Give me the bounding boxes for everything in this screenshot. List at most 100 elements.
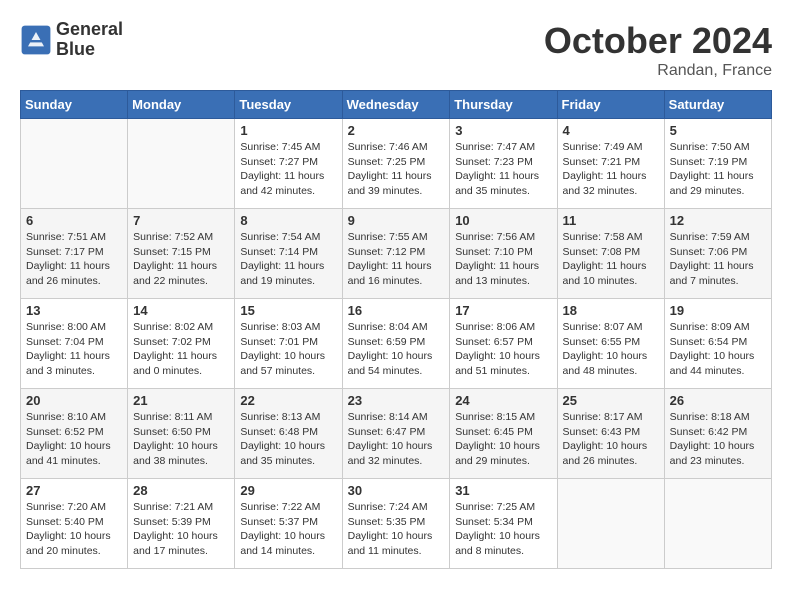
day-info: Sunrise: 8:10 AM Sunset: 6:52 PM Dayligh… xyxy=(26,410,122,469)
day-info: Sunrise: 7:50 AM Sunset: 7:19 PM Dayligh… xyxy=(670,140,766,199)
day-info: Sunrise: 7:21 AM Sunset: 5:39 PM Dayligh… xyxy=(133,500,229,559)
day-info: Sunrise: 8:14 AM Sunset: 6:47 PM Dayligh… xyxy=(348,410,445,469)
weekday-header: Sunday xyxy=(21,91,128,119)
calendar-table: SundayMondayTuesdayWednesdayThursdayFrid… xyxy=(20,90,772,569)
table-row: 8Sunrise: 7:54 AM Sunset: 7:14 PM Daylig… xyxy=(235,209,342,299)
day-info: Sunrise: 8:04 AM Sunset: 6:59 PM Dayligh… xyxy=(348,320,445,379)
day-info: Sunrise: 8:15 AM Sunset: 6:45 PM Dayligh… xyxy=(455,410,551,469)
table-row xyxy=(128,119,235,209)
weekday-header: Saturday xyxy=(664,91,771,119)
day-info: Sunrise: 8:06 AM Sunset: 6:57 PM Dayligh… xyxy=(455,320,551,379)
table-row: 4 Sunrise: 7:49 AM Sunset: 7:21 PM Daylig… xyxy=(557,119,664,209)
day-number: 1 xyxy=(240,123,336,138)
table-row: 19 Sunrise: 8:09 AM Sunset: 6:54 PM Dayli… xyxy=(664,299,771,389)
day-info: Sunrise: 7:25 AM Sunset: 5:34 PM Dayligh… xyxy=(455,500,551,559)
calendar-week-row: 1 Sunrise: 7:45 AM Sunset: 7:27 PM Daylig… xyxy=(21,119,772,209)
day-info: Sunrise: 7:59 AM Sunset: 7:06 PM Dayligh… xyxy=(670,230,766,289)
day-info: Sunrise: 8:02 AM Sunset: 7:02 PM Dayligh… xyxy=(133,320,229,379)
table-row: 16 Sunrise: 8:04 AM Sunset: 6:59 PM Dayli… xyxy=(342,299,450,389)
day-number: 28 xyxy=(133,483,229,498)
table-row: 24 Sunrise: 8:15 AM Sunset: 6:45 PM Dayli… xyxy=(450,389,557,479)
day-info: Sunrise: 8:11 AM Sunset: 6:50 PM Dayligh… xyxy=(133,410,229,469)
day-number: 15 xyxy=(240,303,336,318)
day-info: Sunrise: 7:46 AM Sunset: 7:25 PM Dayligh… xyxy=(348,140,445,199)
calendar-week-row: 6 Sunrise: 7:51 AM Sunset: 7:17 PM Daylig… xyxy=(21,209,772,299)
logo: General Blue xyxy=(20,20,123,60)
day-info: Sunrise: 7:54 AM Sunset: 7:14 PM Dayligh… xyxy=(240,230,336,289)
table-row: 5 Sunrise: 7:50 AM Sunset: 7:19 PM Daylig… xyxy=(664,119,771,209)
table-row: 20Sunrise: 8:10 AM Sunset: 6:52 PM Dayli… xyxy=(21,389,128,479)
weekday-header: Tuesday xyxy=(235,91,342,119)
table-row: 31 Sunrise: 7:25 AM Sunset: 5:34 PM Dayli… xyxy=(450,479,557,569)
day-number: 23 xyxy=(348,393,445,408)
logo-text: General Blue xyxy=(56,20,123,60)
table-row: 1 Sunrise: 7:45 AM Sunset: 7:27 PM Daylig… xyxy=(235,119,342,209)
weekday-header: Friday xyxy=(557,91,664,119)
day-number: 7 xyxy=(133,213,229,228)
month-title: October 2024 xyxy=(544,20,772,62)
day-info: Sunrise: 7:47 AM Sunset: 7:23 PM Dayligh… xyxy=(455,140,551,199)
day-number: 24 xyxy=(455,393,551,408)
day-number: 6 xyxy=(26,213,122,228)
weekday-header: Monday xyxy=(128,91,235,119)
table-row: 7 Sunrise: 7:52 AM Sunset: 7:15 PM Daylig… xyxy=(128,209,235,299)
day-info: Sunrise: 7:55 AM Sunset: 7:12 PM Dayligh… xyxy=(348,230,445,289)
day-info: Sunrise: 7:51 AM Sunset: 7:17 PM Dayligh… xyxy=(26,230,122,289)
weekday-row: SundayMondayTuesdayWednesdayThursdayFrid… xyxy=(21,91,772,119)
calendar-body: 1 Sunrise: 7:45 AM Sunset: 7:27 PM Daylig… xyxy=(21,119,772,569)
table-row: 6 Sunrise: 7:51 AM Sunset: 7:17 PM Daylig… xyxy=(21,209,128,299)
table-row: 13Sunrise: 8:00 AM Sunset: 7:04 PM Dayli… xyxy=(21,299,128,389)
logo-icon xyxy=(20,24,52,56)
table-row: 17Sunrise: 8:06 AM Sunset: 6:57 PM Dayli… xyxy=(450,299,557,389)
day-number: 26 xyxy=(670,393,766,408)
day-number: 3 xyxy=(455,123,551,138)
day-number: 27 xyxy=(26,483,122,498)
table-row: 30Sunrise: 7:24 AM Sunset: 5:35 PM Dayli… xyxy=(342,479,450,569)
day-info: Sunrise: 8:13 AM Sunset: 6:48 PM Dayligh… xyxy=(240,410,336,469)
table-row: 10 Sunrise: 7:56 AM Sunset: 7:10 PM Dayli… xyxy=(450,209,557,299)
table-row: 25Sunrise: 8:17 AM Sunset: 6:43 PM Dayli… xyxy=(557,389,664,479)
day-number: 14 xyxy=(133,303,229,318)
day-info: Sunrise: 8:09 AM Sunset: 6:54 PM Dayligh… xyxy=(670,320,766,379)
day-info: Sunrise: 7:52 AM Sunset: 7:15 PM Dayligh… xyxy=(133,230,229,289)
day-info: Sunrise: 7:45 AM Sunset: 7:27 PM Dayligh… xyxy=(240,140,336,199)
day-number: 5 xyxy=(670,123,766,138)
table-row xyxy=(557,479,664,569)
table-row: 9 Sunrise: 7:55 AM Sunset: 7:12 PM Daylig… xyxy=(342,209,450,299)
logo-line2: Blue xyxy=(56,40,123,60)
day-info: Sunrise: 7:20 AM Sunset: 5:40 PM Dayligh… xyxy=(26,500,122,559)
table-row: 18Sunrise: 8:07 AM Sunset: 6:55 PM Dayli… xyxy=(557,299,664,389)
calendar-header: SundayMondayTuesdayWednesdayThursdayFrid… xyxy=(21,91,772,119)
day-number: 25 xyxy=(563,393,659,408)
table-row: 21 Sunrise: 8:11 AM Sunset: 6:50 PM Dayli… xyxy=(128,389,235,479)
day-info: Sunrise: 7:49 AM Sunset: 7:21 PM Dayligh… xyxy=(563,140,659,199)
day-number: 22 xyxy=(240,393,336,408)
calendar-week-row: 27 Sunrise: 7:20 AM Sunset: 5:40 PM Dayli… xyxy=(21,479,772,569)
page-header: General Blue October 2024 Randan, France xyxy=(20,20,772,80)
day-number: 11 xyxy=(563,213,659,228)
day-number: 10 xyxy=(455,213,551,228)
day-info: Sunrise: 8:03 AM Sunset: 7:01 PM Dayligh… xyxy=(240,320,336,379)
calendar-week-row: 20Sunrise: 8:10 AM Sunset: 6:52 PM Dayli… xyxy=(21,389,772,479)
location: Randan, France xyxy=(544,62,772,80)
day-number: 13 xyxy=(26,303,122,318)
day-number: 21 xyxy=(133,393,229,408)
day-info: Sunrise: 7:24 AM Sunset: 5:35 PM Dayligh… xyxy=(348,500,445,559)
table-row: 22 Sunrise: 8:13 AM Sunset: 6:48 PM Dayli… xyxy=(235,389,342,479)
day-number: 31 xyxy=(455,483,551,498)
day-number: 4 xyxy=(563,123,659,138)
calendar-week-row: 13Sunrise: 8:00 AM Sunset: 7:04 PM Dayli… xyxy=(21,299,772,389)
day-number: 16 xyxy=(348,303,445,318)
day-info: Sunrise: 8:18 AM Sunset: 6:42 PM Dayligh… xyxy=(670,410,766,469)
logo-line1: General xyxy=(56,20,123,40)
day-info: Sunrise: 7:58 AM Sunset: 7:08 PM Dayligh… xyxy=(563,230,659,289)
weekday-header: Thursday xyxy=(450,91,557,119)
table-row: 27 Sunrise: 7:20 AM Sunset: 5:40 PM Dayli… xyxy=(21,479,128,569)
table-row: 26 Sunrise: 8:18 AM Sunset: 6:42 PM Dayli… xyxy=(664,389,771,479)
table-row: 14 Sunrise: 8:02 AM Sunset: 7:02 PM Dayli… xyxy=(128,299,235,389)
table-row: 2Sunrise: 7:46 AM Sunset: 7:25 PM Daylig… xyxy=(342,119,450,209)
day-number: 19 xyxy=(670,303,766,318)
day-info: Sunrise: 7:56 AM Sunset: 7:10 PM Dayligh… xyxy=(455,230,551,289)
day-number: 9 xyxy=(348,213,445,228)
weekday-header: Wednesday xyxy=(342,91,450,119)
